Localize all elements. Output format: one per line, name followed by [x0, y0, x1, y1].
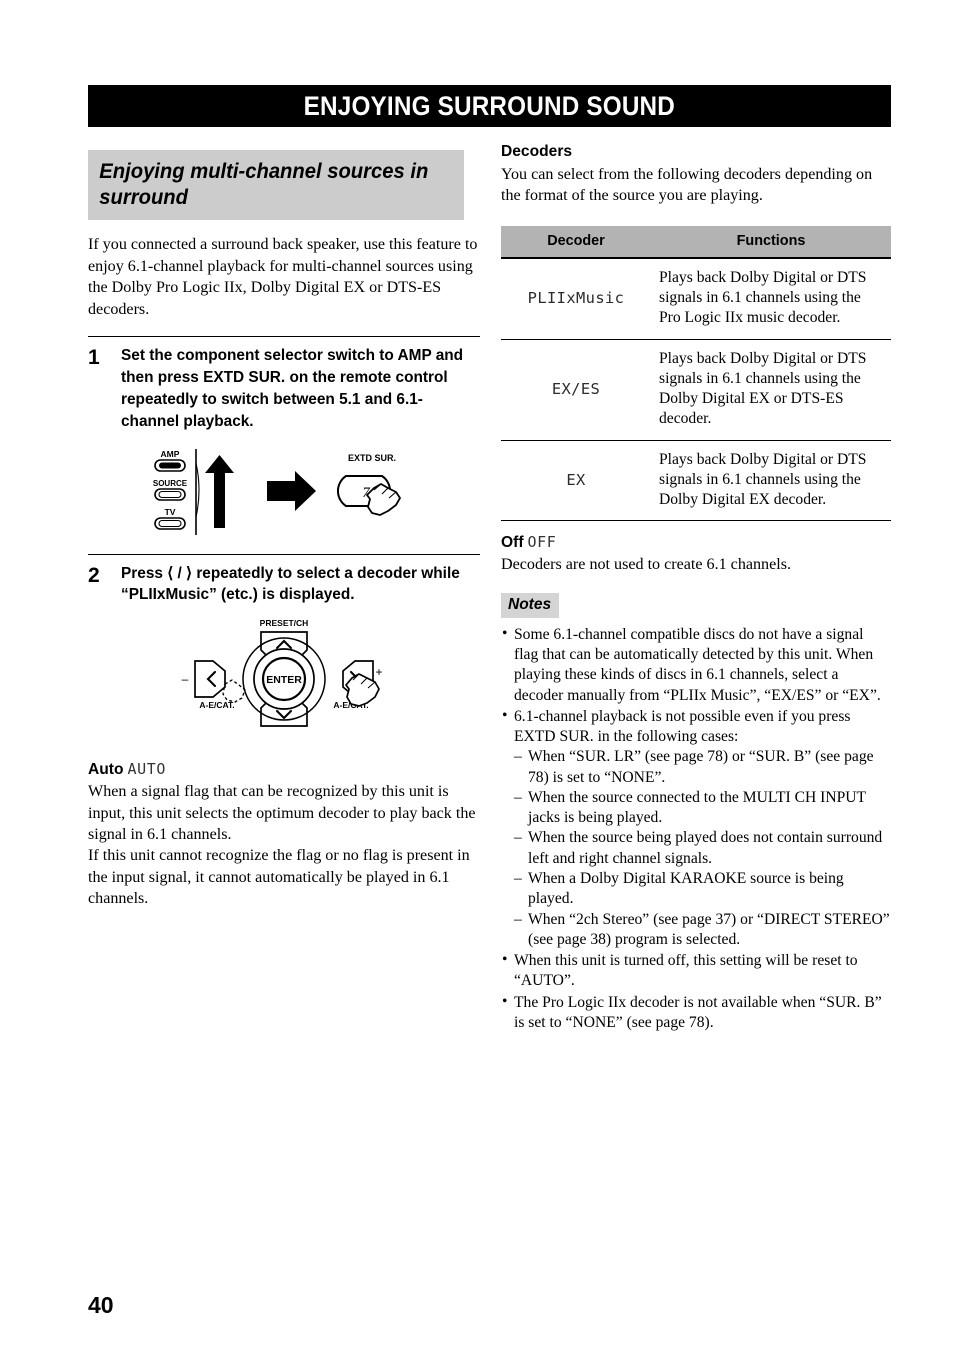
decoders-heading: Decoders [501, 143, 573, 160]
note-sub-item: When the source being played does not co… [514, 828, 891, 869]
table-header-decoder: Decoder [501, 225, 651, 259]
section-heading: Enjoying multi-channel sources in surrou… [88, 150, 464, 221]
note-item: 6.1-channel playback is not possible eve… [501, 706, 891, 950]
page-number: 40 [88, 1292, 114, 1318]
auto-paragraph-2: If this unit cannot recognize the flag o… [88, 847, 470, 908]
section-intro-text: If you connected a surround back speaker… [88, 236, 478, 318]
note-sub-item: When the source connected to the MULTI C… [514, 788, 891, 829]
switch-label-tv: TV [165, 507, 176, 517]
note-sub-list: When “SUR. LR” (see page 78) or “SUR. B”… [514, 747, 891, 950]
auto-paragraph-1: When a signal flag that can be recognize… [88, 783, 476, 844]
page-banner: ENJOYING SURROUND SOUND [88, 85, 891, 127]
step-2-number: 2 [88, 563, 100, 587]
page-title: ENJOYING SURROUND SOUND [303, 90, 676, 121]
switch-label-amp: AMP [161, 449, 180, 459]
up-arrow-icon [205, 454, 234, 528]
pointing-hand-icon [345, 673, 380, 708]
left-column: Enjoying multi-channel sources in surrou… [88, 150, 480, 910]
notes-list: Some 6.1-channel compatible discs do not… [501, 624, 891, 1034]
decoders-intro-text: You can select from the following decode… [501, 166, 873, 205]
decoder-name: EX [501, 440, 651, 522]
step-2-text: Press ⟨ / ⟩ repeatedly to select a decod… [121, 564, 460, 604]
table-row: EX/ES Plays back Dolby Digital or DTS si… [501, 339, 891, 441]
off-subheading: Off OFF [501, 533, 891, 552]
table-row: PLIIxMusic Plays back Dolby Digital or D… [501, 257, 891, 340]
preset-ch-label: PRESET/CH [260, 618, 309, 628]
step-1-text: Set the component selector switch to AMP… [121, 347, 464, 430]
ghost-hand-icon [222, 679, 246, 703]
decoder-name: EX/ES [501, 339, 651, 441]
nav-left-button[interactable] [194, 660, 226, 699]
navigation-pad-illustration: ENTER PRESET/CH A-E/CAT. A-E/CAT. – + [182, 618, 383, 728]
note-text: When this unit is turned off, this setti… [514, 952, 858, 990]
note-text: Some 6.1-channel compatible discs do not… [514, 625, 881, 704]
switch-label-source: SOURCE [153, 479, 188, 488]
step-1: 1 Set the component selector switch to A… [88, 336, 480, 433]
right-column: Decoders You can select from the followi… [501, 143, 891, 1034]
step-2: 2 Press ⟨ / ⟩ repeatedly to select a dec… [88, 553, 480, 607]
right-arrow-icon [267, 470, 316, 511]
table-row: EX Plays back Dolby Digital or DTS signa… [501, 440, 891, 522]
decoder-function: Plays back Dolby Digital or DTS signals … [651, 257, 891, 340]
left-ae-cat-label: A-E/CAT. [199, 700, 234, 710]
table-header-functions: Functions [651, 225, 891, 259]
note-text: 6.1-channel playback is not possible eve… [514, 707, 851, 746]
note-text: The Pro Logic IIx decoder is not availab… [514, 993, 882, 1031]
off-label: Off [501, 534, 524, 552]
off-lcd-value: OFF [527, 533, 557, 552]
note-item: When this unit is turned off, this setti… [501, 950, 891, 992]
switch-knob-amp [159, 462, 181, 468]
note-sub-item: When a Dolby Digital KARAOKE source is b… [514, 869, 891, 910]
enter-button-label: ENTER [266, 674, 302, 686]
decoder-table: Decoder Functions PLIIxMusic Plays back … [501, 225, 891, 522]
table-header-row: Decoder Functions [501, 225, 891, 259]
note-sub-item: When “2ch Stereo” (see page 37) or “DIRE… [514, 910, 891, 951]
minus-label: – [182, 672, 189, 686]
figure-navigation-pad: ENTER PRESET/CH A-E/CAT. A-E/CAT. – + [88, 616, 480, 742]
decoder-name: PLIIxMusic [501, 257, 651, 340]
note-item: Some 6.1-channel compatible discs do not… [501, 624, 891, 706]
switch-knob-tv [158, 519, 182, 527]
step-1-number: 1 [88, 346, 100, 369]
plus-label: + [375, 665, 382, 679]
auto-label: Auto [88, 761, 124, 779]
decoder-function: Plays back Dolby Digital or DTS signals … [651, 339, 891, 441]
notes-label: Notes [501, 592, 560, 618]
remote-selector-illustration: AMP SOURCE TV EXTD SUR. 7 [153, 448, 401, 535]
figure-selector-switch-and-extd-sur: AMP SOURCE TV EXTD SUR. 7 [88, 443, 480, 538]
extd-sur-caption: EXTD SUR. [348, 453, 396, 463]
auto-subheading: Auto AUTO [88, 760, 480, 779]
note-item: The Pro Logic IIx decoder is not availab… [501, 992, 891, 1034]
switch-knob-source [158, 490, 182, 498]
decoder-function: Plays back Dolby Digital or DTS signals … [651, 440, 891, 522]
off-description: Decoders are not used to create 6.1 chan… [501, 556, 792, 574]
note-sub-item: When “SUR. LR” (see page 78) or “SUR. B”… [514, 747, 891, 788]
auto-lcd-value: AUTO [127, 760, 167, 779]
